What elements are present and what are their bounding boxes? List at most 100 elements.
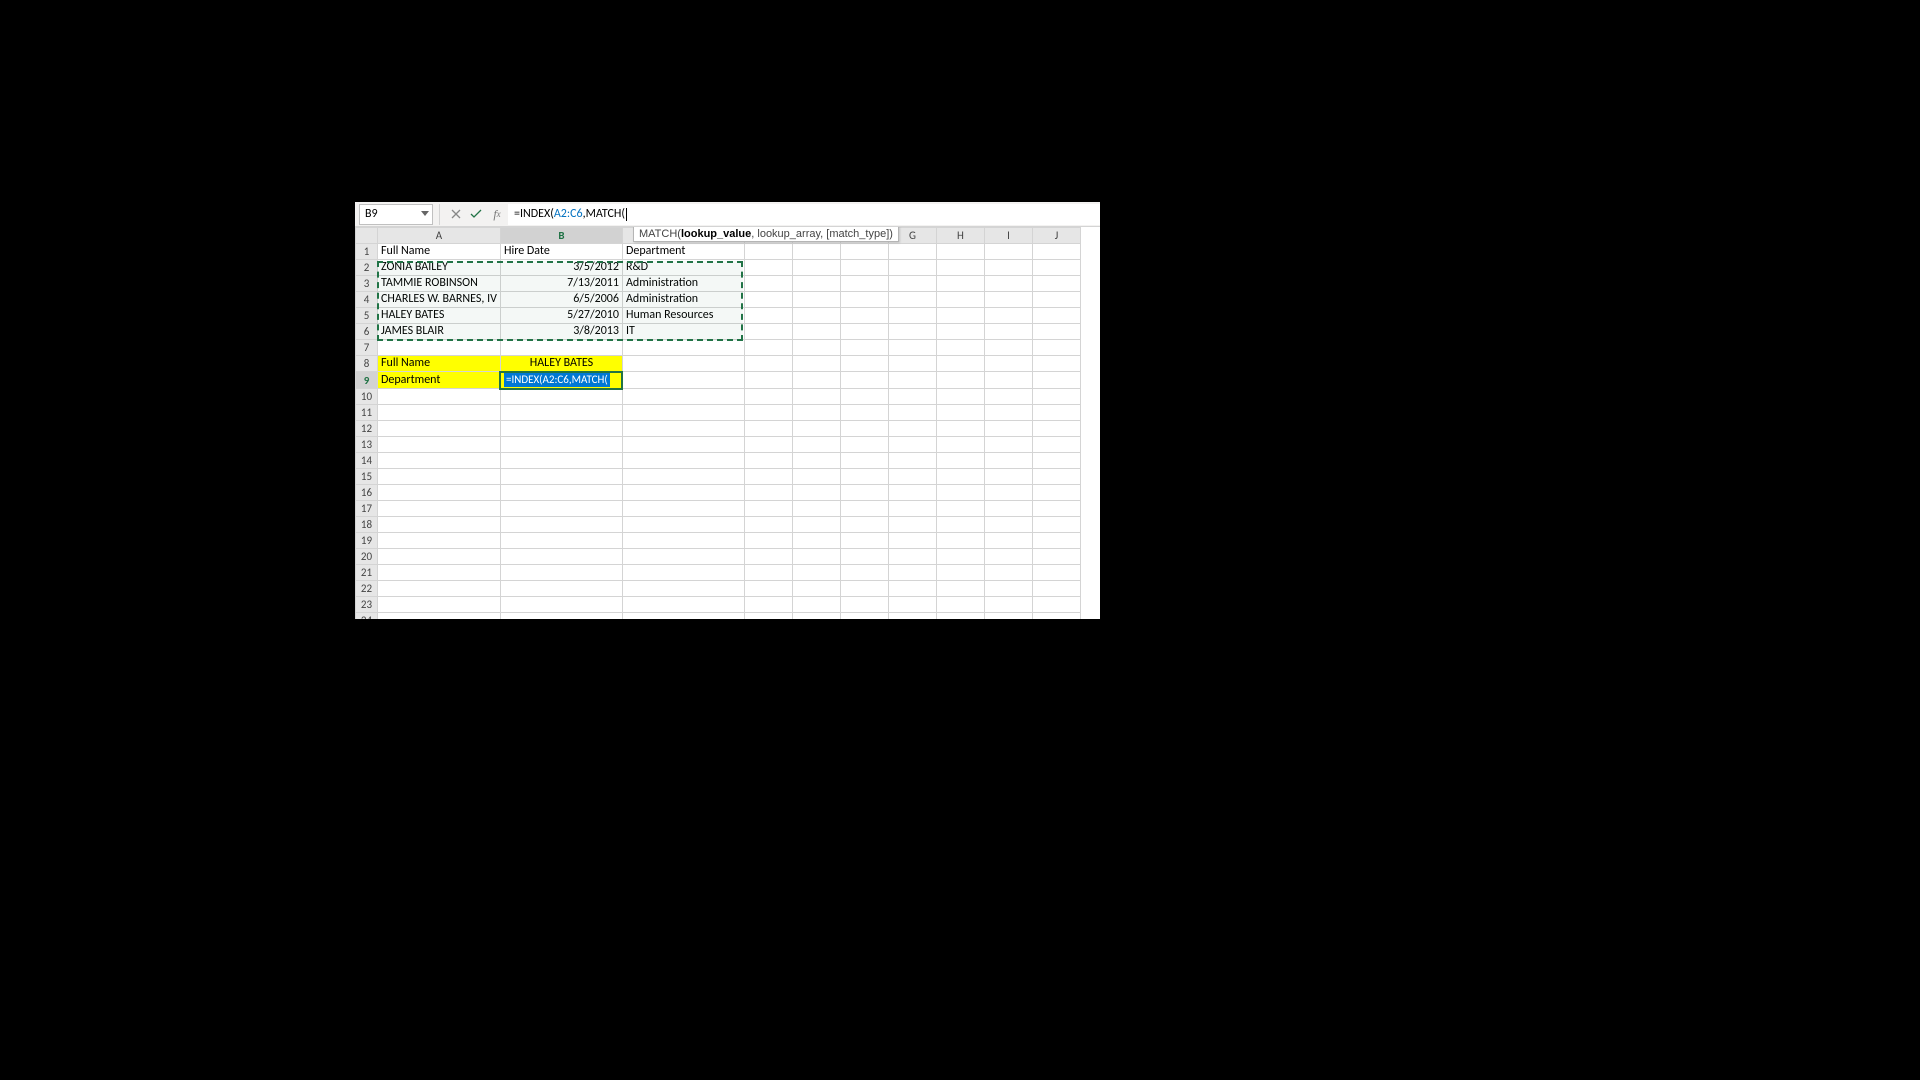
cell[interactable] (1032, 421, 1080, 437)
cell[interactable] (984, 517, 1032, 533)
cell[interactable] (1032, 437, 1080, 453)
cell[interactable] (500, 533, 622, 549)
cell[interactable] (744, 437, 792, 453)
cell[interactable] (888, 389, 936, 405)
cell[interactable] (378, 597, 501, 613)
cell[interactable] (500, 453, 622, 469)
cell[interactable] (792, 276, 840, 292)
cell[interactable] (888, 324, 936, 340)
cell[interactable] (622, 501, 744, 517)
cell[interactable] (888, 597, 936, 613)
cell[interactable] (1032, 613, 1080, 620)
cell[interactable] (622, 453, 744, 469)
cell[interactable] (936, 533, 984, 549)
cell[interactable] (792, 324, 840, 340)
cell[interactable] (792, 356, 840, 372)
cell[interactable]: Department (622, 244, 744, 260)
cell[interactable] (378, 340, 501, 356)
cell[interactable] (744, 421, 792, 437)
cell[interactable] (888, 421, 936, 437)
cell[interactable] (936, 389, 984, 405)
cell[interactable] (984, 613, 1032, 620)
cell[interactable] (622, 469, 744, 485)
cell[interactable] (792, 340, 840, 356)
row-header[interactable]: 12 (356, 421, 378, 437)
cell[interactable] (500, 501, 622, 517)
cell[interactable] (936, 453, 984, 469)
cell[interactable] (936, 613, 984, 620)
cell[interactable] (984, 405, 1032, 421)
cell[interactable] (500, 469, 622, 485)
cell[interactable] (792, 597, 840, 613)
cell[interactable] (1032, 372, 1080, 389)
cell[interactable] (936, 517, 984, 533)
cell[interactable] (622, 565, 744, 581)
cell[interactable] (378, 613, 501, 620)
cell[interactable] (888, 260, 936, 276)
col-header-H[interactable]: H (936, 228, 984, 244)
cell[interactable] (936, 292, 984, 308)
cell[interactable] (936, 565, 984, 581)
enter-button[interactable] (466, 204, 486, 225)
cell[interactable] (936, 372, 984, 389)
cell[interactable] (500, 597, 622, 613)
cell[interactable] (888, 437, 936, 453)
cell[interactable] (1032, 469, 1080, 485)
cell[interactable] (936, 485, 984, 501)
cell[interactable]: 7/13/2011 (500, 276, 622, 292)
cell[interactable] (984, 453, 1032, 469)
cell[interactable] (792, 565, 840, 581)
cell[interactable] (622, 340, 744, 356)
cell[interactable] (936, 276, 984, 292)
cell[interactable] (744, 533, 792, 549)
worksheet[interactable]: MATCH(lookup_value, lookup_array, [match… (355, 227, 1100, 619)
cell[interactable] (744, 517, 792, 533)
row-header[interactable]: 9 (356, 372, 378, 389)
cell[interactable] (378, 421, 501, 437)
col-header-J[interactable]: J (1032, 228, 1080, 244)
cell[interactable] (936, 597, 984, 613)
cell[interactable]: Department (378, 372, 501, 389)
cell[interactable] (378, 501, 501, 517)
active-cell-editing[interactable]: =INDEX(A2:C6,MATCH( (500, 372, 622, 389)
cell[interactable] (744, 549, 792, 565)
cell[interactable] (622, 597, 744, 613)
cell[interactable]: Full Name (378, 244, 501, 260)
cell[interactable] (888, 276, 936, 292)
row-header[interactable]: 2 (356, 260, 378, 276)
cell[interactable] (840, 292, 888, 308)
cell[interactable] (378, 453, 501, 469)
cell[interactable] (378, 469, 501, 485)
cell[interactable] (792, 533, 840, 549)
cell[interactable] (888, 517, 936, 533)
cell[interactable] (622, 549, 744, 565)
cell[interactable] (378, 517, 501, 533)
cell[interactable] (792, 308, 840, 324)
cell[interactable] (840, 549, 888, 565)
cell[interactable] (1032, 292, 1080, 308)
cell[interactable] (744, 597, 792, 613)
cell[interactable] (622, 581, 744, 597)
cell[interactable] (744, 501, 792, 517)
cell[interactable] (936, 405, 984, 421)
row-header[interactable]: 23 (356, 597, 378, 613)
cell[interactable] (888, 581, 936, 597)
cell[interactable] (1032, 533, 1080, 549)
cell[interactable] (744, 340, 792, 356)
chevron-down-icon[interactable] (420, 209, 430, 219)
cell[interactable] (888, 292, 936, 308)
cell[interactable] (792, 517, 840, 533)
cell[interactable]: 3/5/2012 (500, 260, 622, 276)
cell[interactable] (984, 485, 1032, 501)
cell[interactable] (888, 613, 936, 620)
cell[interactable]: CHARLES W. BARNES, IV (378, 292, 501, 308)
grid[interactable]: A B C D E F G H I J 1 Full Name Hire Dat… (355, 227, 1081, 619)
select-all-corner[interactable] (356, 228, 378, 244)
cell[interactable] (622, 421, 744, 437)
cell[interactable] (744, 453, 792, 469)
cell[interactable] (936, 469, 984, 485)
cell[interactable] (378, 549, 501, 565)
cell[interactable] (1032, 501, 1080, 517)
row-header[interactable]: 20 (356, 549, 378, 565)
cell[interactable] (840, 356, 888, 372)
